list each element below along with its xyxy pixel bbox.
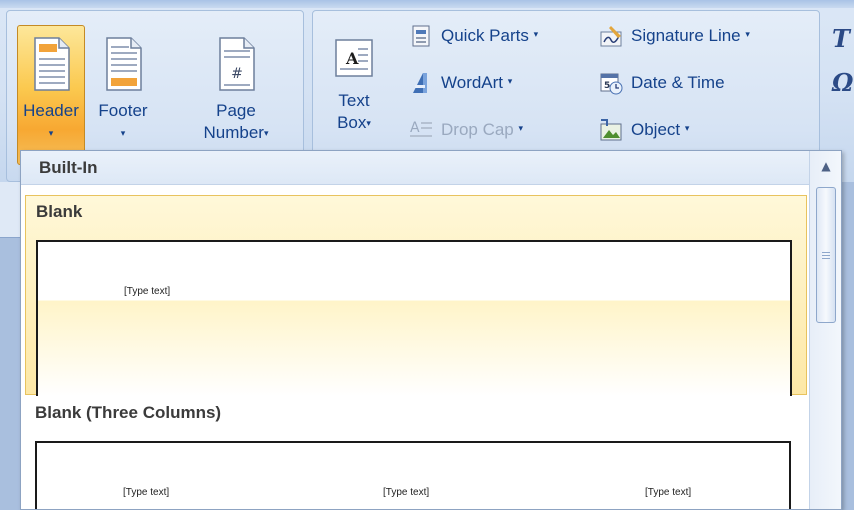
gallery-section-header: Built-In (21, 151, 809, 185)
text-box-label: Text Box▾ (337, 91, 371, 132)
cut-off-ribbon-icon: Ω (832, 68, 854, 97)
drop-cap-dropdown-arrow-icon: ▾ (518, 122, 524, 133)
gallery-item-blank[interactable]: Blank [Type text] (25, 195, 807, 396)
date-time-button[interactable]: 5 Date & Time (599, 66, 725, 100)
page-number-button[interactable]: # Page Number▾ (191, 25, 281, 165)
gallery-item-title: Blank (36, 202, 83, 221)
ribbon-top-edge (0, 0, 854, 8)
object-icon (600, 119, 622, 141)
footer-icon (106, 37, 142, 91)
page-number-dropdown-arrow-icon: ▾ (263, 128, 269, 138)
header-preview-thumbnail: [Type text] (36, 240, 792, 396)
footer-label: Footer ▾ (98, 100, 147, 146)
text-box-icon: A (335, 39, 373, 77)
object-dropdown-arrow-icon: ▾ (684, 122, 690, 133)
quick-parts-icon (412, 25, 430, 47)
header-button[interactable]: Header ▾ (17, 25, 85, 165)
page-number-label: Page Number▾ (203, 101, 269, 142)
signature-line-dropdown-arrow-icon: ▾ (745, 28, 750, 39)
page-number-icon: # (219, 37, 255, 91)
gallery-item-title: Blank (Three Columns) (35, 403, 222, 422)
svg-text:#: # (231, 66, 243, 82)
drop-cap-button[interactable]: A Drop Cap ▾ (409, 113, 523, 147)
calendar-clock-icon: 5 (600, 73, 623, 95)
placeholder-text: [Type text] (123, 487, 170, 498)
vertical-ruler (0, 182, 20, 238)
header-preview-thumbnail: [Type text] [Type text] [Type text] (35, 441, 791, 509)
svg-text:A: A (410, 120, 420, 136)
object-button[interactable]: Object ▾ (599, 113, 689, 147)
placeholder-text: [Type text] (383, 487, 430, 498)
text-box-dropdown-arrow-icon: ▾ (366, 118, 371, 128)
quick-parts-dropdown-arrow-icon: ▾ (533, 28, 539, 39)
placeholder-text: [Type text] (124, 286, 171, 297)
signature-line-button[interactable]: Signature Line ▾ (599, 19, 750, 53)
header-gallery-dropdown: Built-In Blank [Type text] Blank (Three … (20, 150, 842, 510)
header-label: Header ▾ (23, 100, 79, 146)
drop-cap-icon: A (410, 120, 432, 137)
cut-off-ribbon-icon: T (832, 24, 850, 53)
svg-text:A: A (345, 49, 359, 68)
header-dropdown-arrow-icon: ▾ (48, 128, 54, 138)
gallery-item-blank-three-columns[interactable]: Blank (Three Columns) [Type text] [Type … (25, 397, 807, 509)
grip-icon (822, 251, 830, 259)
text-box-button[interactable]: A Text Box▾ (321, 25, 387, 165)
signature-line-icon (600, 26, 622, 47)
quick-parts-button[interactable]: Quick Parts ▾ (409, 19, 538, 53)
scroll-up-arrow-icon: ▲ (821, 159, 831, 173)
scroll-up-button[interactable]: ▲ (810, 151, 842, 181)
wordart-button[interactable]: WordArt ▾ (409, 66, 512, 100)
wordart-dropdown-arrow-icon: ▾ (507, 75, 513, 86)
placeholder-text: [Type text] (645, 487, 692, 498)
footer-button[interactable]: Footer ▾ (87, 25, 159, 165)
footer-dropdown-arrow-icon: ▾ (120, 128, 126, 138)
wordart-icon (413, 73, 427, 93)
header-icon (34, 37, 70, 91)
svg-text:5: 5 (604, 81, 610, 91)
gallery-scrollbar[interactable]: ▲ (809, 151, 841, 509)
scrollbar-thumb[interactable] (816, 187, 836, 323)
